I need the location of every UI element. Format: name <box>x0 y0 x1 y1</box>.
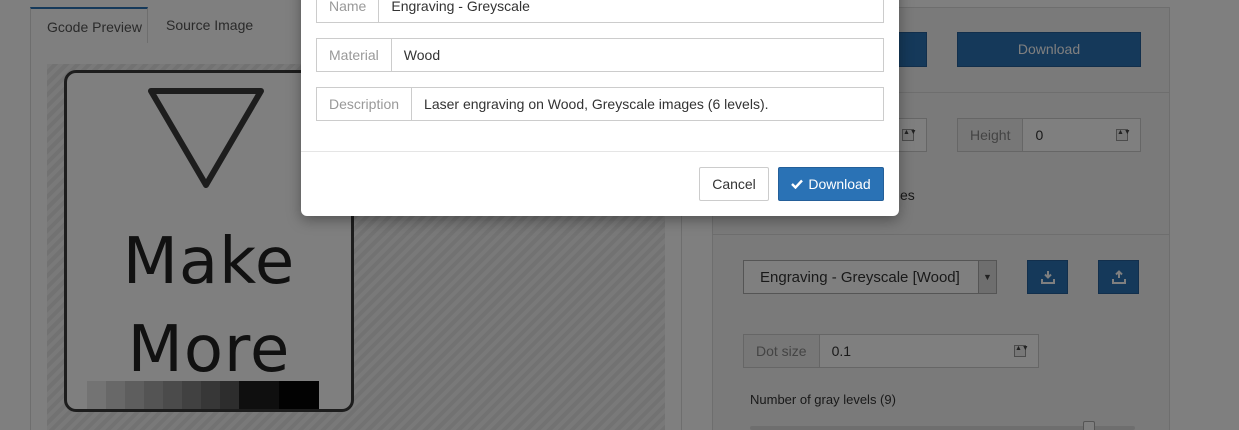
cancel-label: Cancel <box>712 176 756 192</box>
cancel-button[interactable]: Cancel <box>699 167 769 201</box>
description-field[interactable]: Description Laser engraving on Wood, Gre… <box>316 87 884 121</box>
save-profile-dialog: Name Engraving - Greyscale Material Wood… <box>301 0 899 216</box>
download-button[interactable]: Download <box>778 167 884 201</box>
material-input[interactable]: Wood <box>392 39 883 71</box>
name-label: Name <box>317 0 380 22</box>
name-input[interactable]: Engraving - Greyscale <box>379 0 883 22</box>
name-field[interactable]: Name Engraving - Greyscale <box>316 0 884 23</box>
checkmark-icon <box>791 179 804 189</box>
modal-footer-divider <box>301 151 899 152</box>
download-label: Download <box>808 176 871 192</box>
description-input[interactable]: Laser engraving on Wood, Greyscale image… <box>412 88 883 120</box>
material-field[interactable]: Material Wood <box>316 38 884 72</box>
material-label: Material <box>317 39 392 71</box>
description-label: Description <box>317 88 413 120</box>
